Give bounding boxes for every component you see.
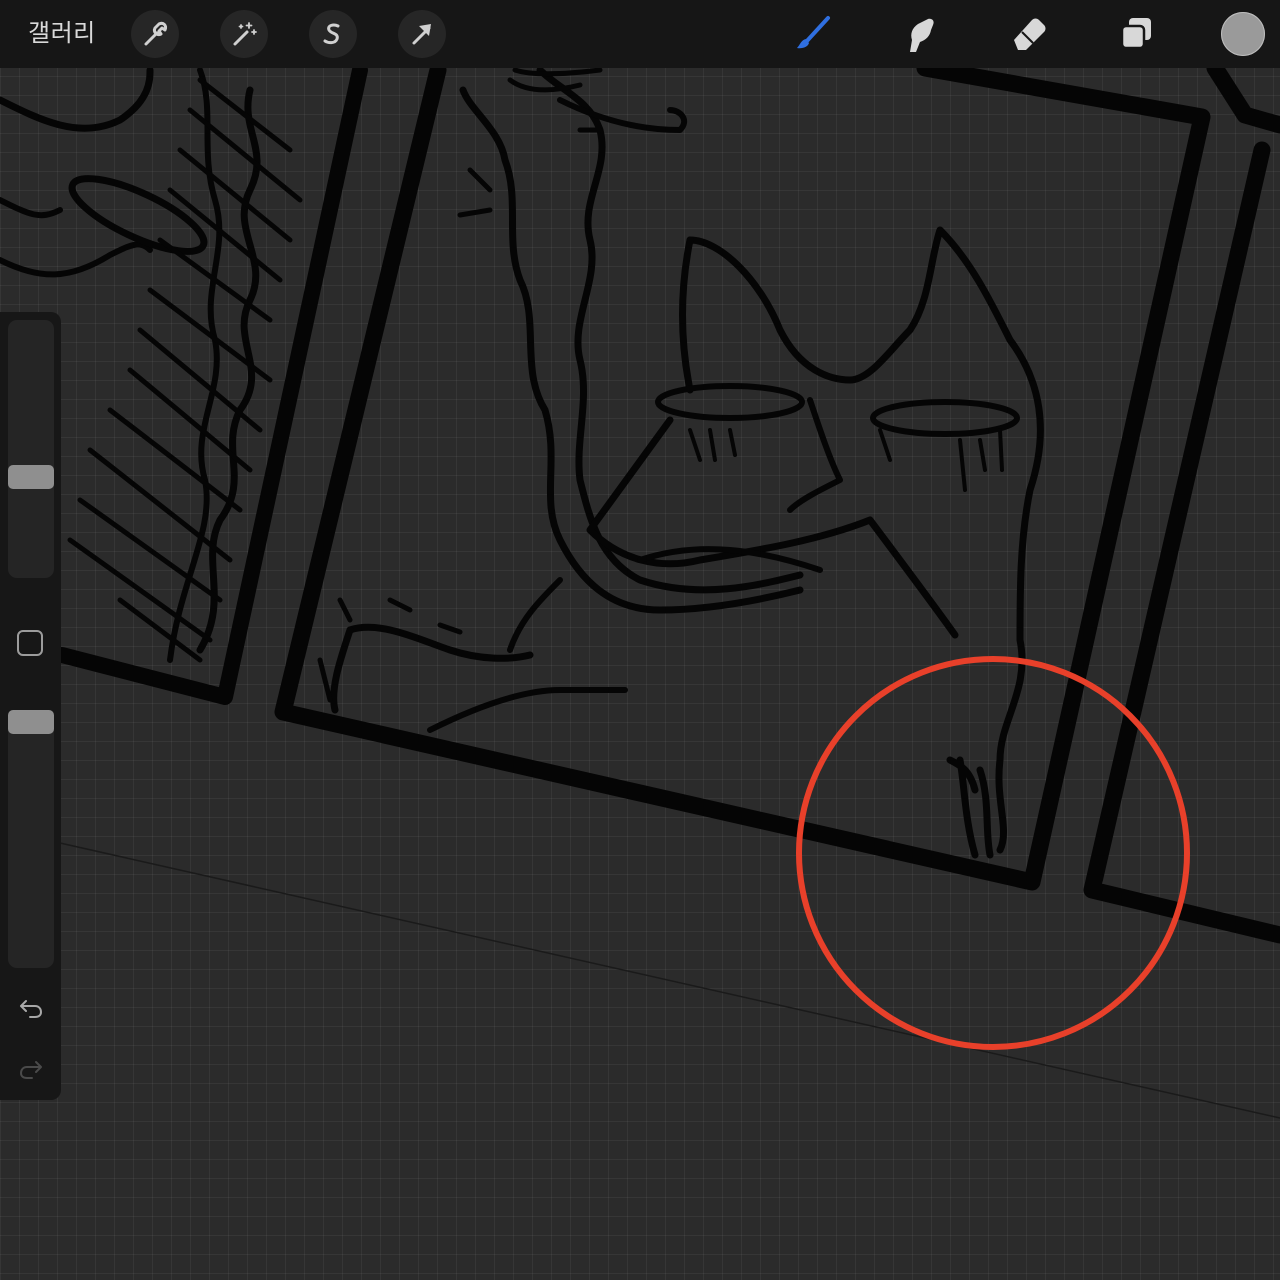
smudge-tool-button[interactable] <box>894 8 946 60</box>
brush-size-slider[interactable] <box>8 320 54 578</box>
selection-button[interactable] <box>309 10 357 58</box>
transform-arrow-icon <box>412 24 431 45</box>
drawing-canvas[interactable] <box>0 0 1280 1280</box>
selection-s-icon <box>323 23 340 45</box>
opacity-slider[interactable] <box>8 710 54 968</box>
hatching-lines <box>67 77 303 663</box>
layers-icon <box>1120 18 1151 50</box>
undo-icon <box>20 1000 42 1018</box>
magic-wand-icon <box>233 22 257 46</box>
transform-button[interactable] <box>398 10 446 58</box>
gallery-button[interactable]: 갤러리 <box>28 15 96 51</box>
layers-button[interactable] <box>1110 8 1162 60</box>
opacity-thumb[interactable] <box>8 710 54 734</box>
brush-tool-button[interactable] <box>788 8 840 60</box>
brush-icon <box>797 16 830 49</box>
adjustments-button[interactable] <box>220 10 268 58</box>
redo-icon <box>20 1061 42 1079</box>
redo-button[interactable] <box>14 1055 48 1085</box>
panel-center <box>274 59 1211 891</box>
wrench-icon <box>144 21 167 46</box>
square-modify-icon[interactable] <box>17 630 43 656</box>
smudge-finger-icon <box>910 18 934 53</box>
color-picker-button[interactable] <box>1221 12 1265 56</box>
brush-size-thumb[interactable] <box>8 465 54 490</box>
top-toolbar: 갤러리 <box>0 0 1280 68</box>
eraser-icon <box>1014 18 1046 50</box>
actions-button[interactable] <box>131 10 179 58</box>
eraser-tool-button[interactable] <box>1002 8 1054 60</box>
sketch-artwork <box>0 59 1280 1119</box>
left-sidebar <box>0 312 61 1100</box>
undo-button[interactable] <box>14 994 48 1024</box>
